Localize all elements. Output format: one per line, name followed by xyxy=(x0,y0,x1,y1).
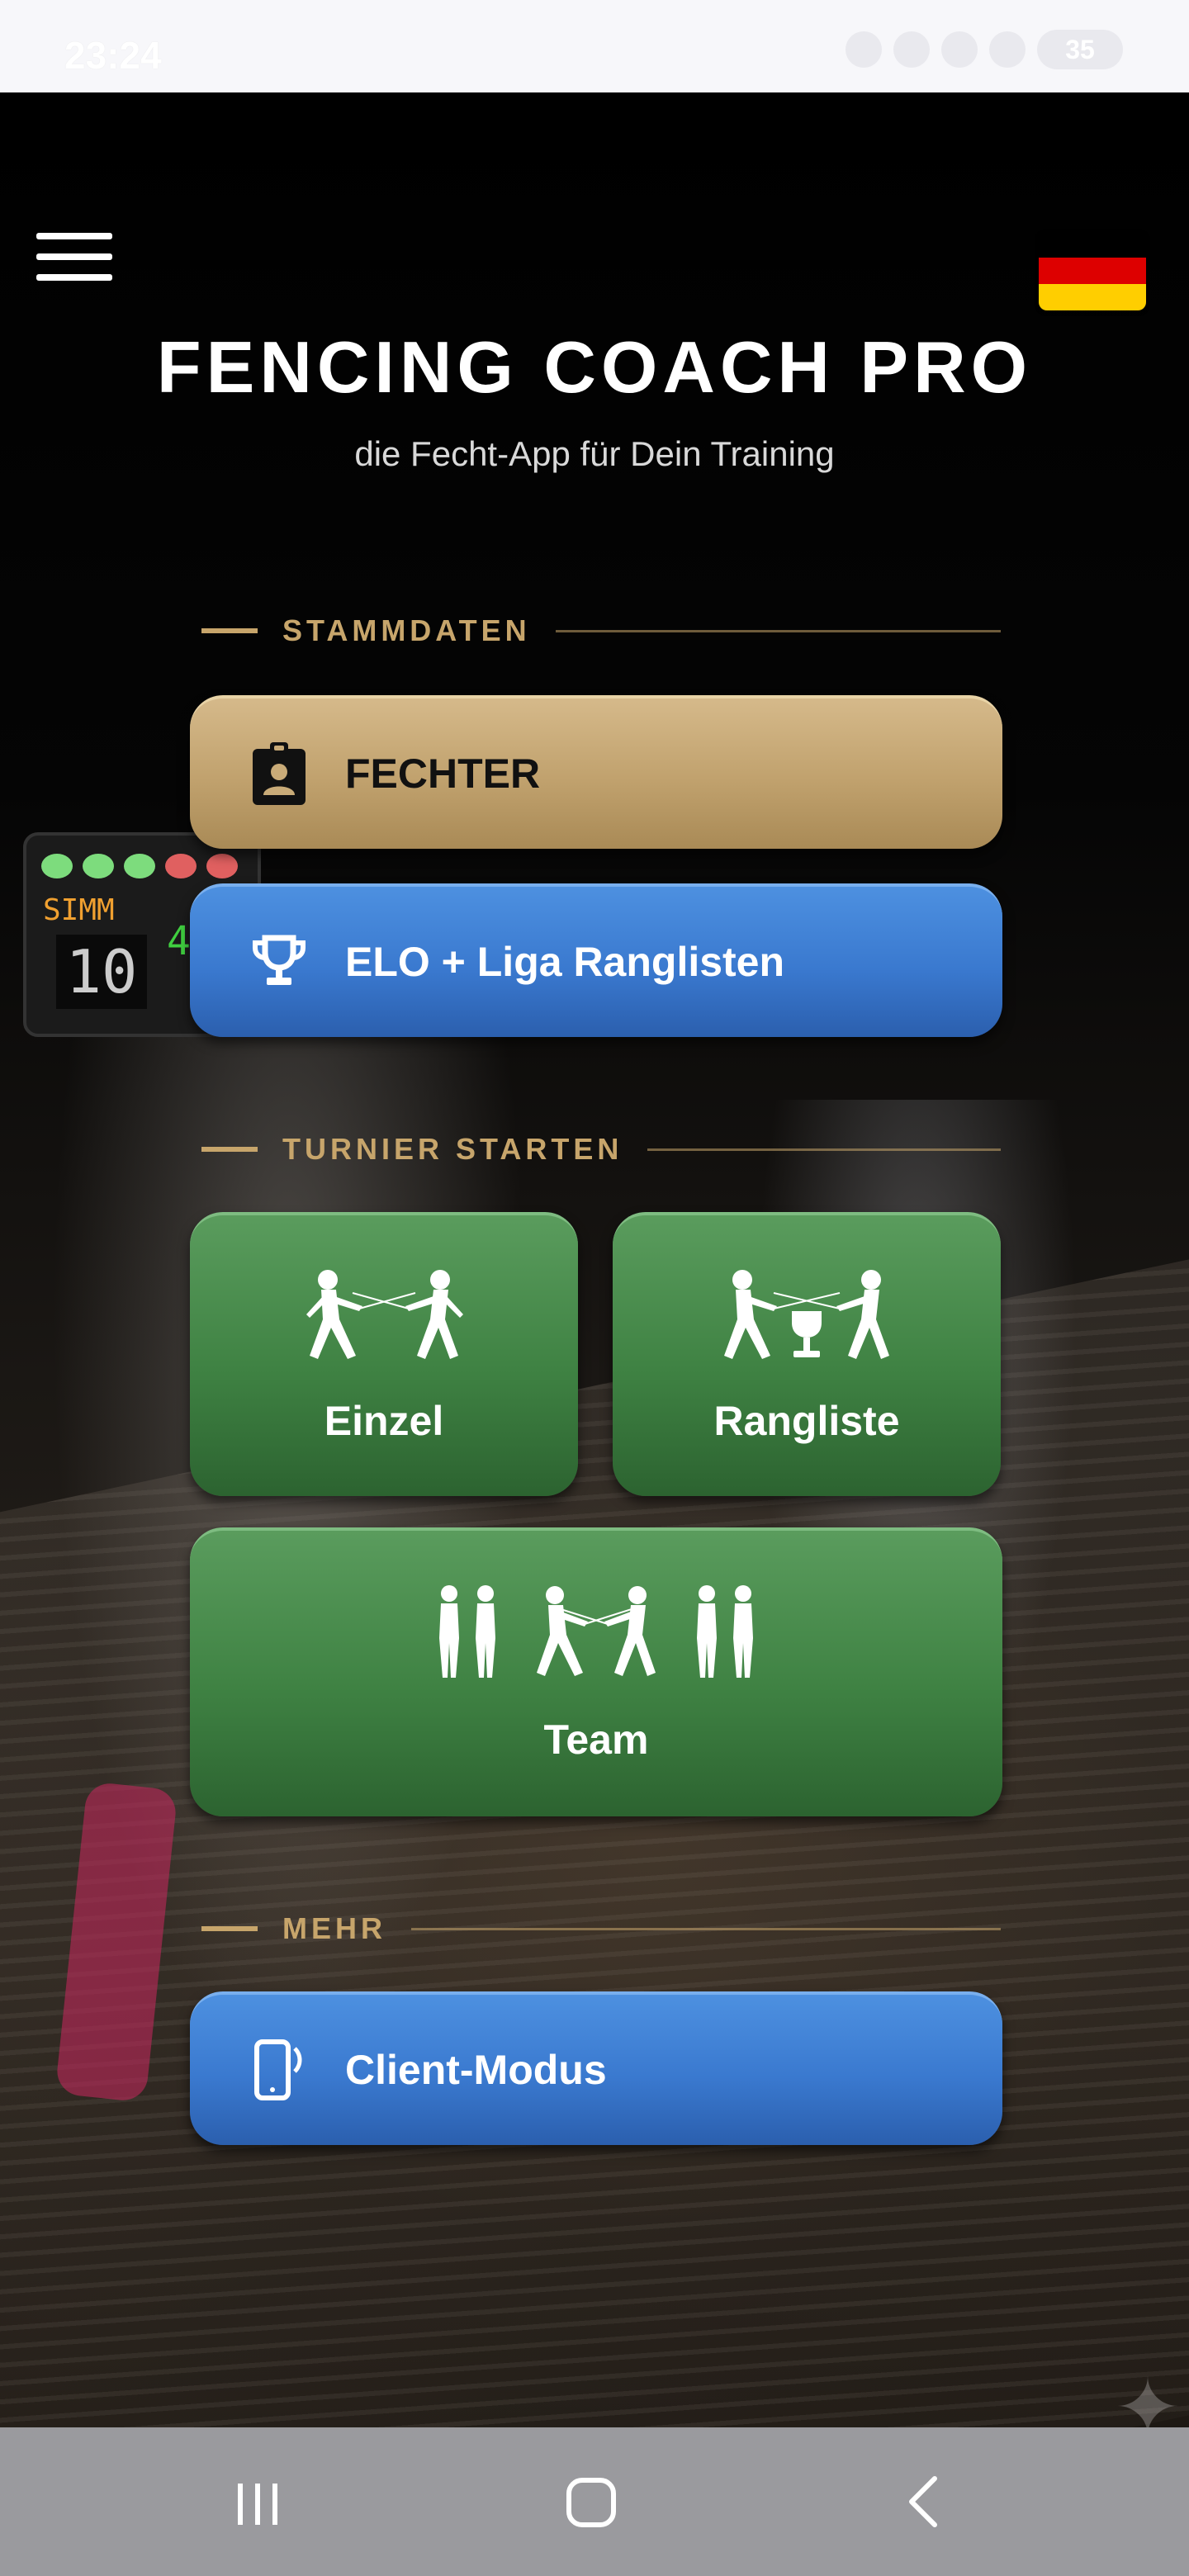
app-subtitle: die Fecht-App für Dein Training xyxy=(354,434,835,473)
section-divider xyxy=(411,1927,1001,1930)
section-divider xyxy=(555,629,1001,632)
board-score: 10 xyxy=(56,935,147,1009)
einzel-label: Einzel xyxy=(324,1398,444,1444)
wifi-icon xyxy=(941,31,978,68)
german-flag-icon[interactable] xyxy=(1039,231,1146,310)
section-accent xyxy=(201,1147,258,1152)
client-modus-button[interactable]: Client-Modus xyxy=(190,1991,1002,2145)
app-title: FENCING COACH PRO xyxy=(156,326,1033,408)
fencers-icon xyxy=(190,1265,578,1380)
status-bar: 23:24 35 xyxy=(0,0,1189,92)
board-light-red-1 xyxy=(165,854,197,878)
fencers-trophy-icon xyxy=(613,1265,1001,1380)
board-light-green-3 xyxy=(124,854,155,878)
section-mehr: MEHR xyxy=(201,1904,1001,1953)
team-label: Team xyxy=(543,1717,649,1763)
phone-vibrate-icon xyxy=(244,2035,314,2105)
recent-apps-button[interactable] xyxy=(208,2460,307,2543)
notification-icon xyxy=(846,31,882,68)
section-divider xyxy=(647,1148,1001,1151)
section-stammdaten: STAMMDATEN xyxy=(201,606,1001,656)
sparkle-icon: ✦ xyxy=(1114,2364,1182,2428)
clipboard-person-icon xyxy=(244,739,314,808)
back-button[interactable] xyxy=(875,2460,974,2543)
board-light-red-2 xyxy=(206,854,238,878)
team-button[interactable]: Team xyxy=(190,1527,1002,1816)
section-label: MEHR xyxy=(282,1911,386,1945)
fechter-label: FECHTER xyxy=(345,751,541,797)
signal-icon xyxy=(989,31,1026,68)
team-fencers-icon xyxy=(190,1580,1002,1696)
board-name: SIMM xyxy=(43,893,115,927)
battery-indicator: 35 xyxy=(1037,30,1123,69)
einzel-button[interactable]: Einzel xyxy=(190,1212,578,1496)
back-icon xyxy=(909,2476,937,2527)
board-right-score: 4 xyxy=(167,918,191,964)
hotspot-icon xyxy=(893,31,930,68)
home-button[interactable] xyxy=(542,2460,641,2543)
board-light-green-1 xyxy=(41,854,73,878)
system-navigation-bar xyxy=(0,2427,1189,2576)
menu-button[interactable] xyxy=(36,233,112,291)
menu-icon-bar-3 xyxy=(36,274,112,281)
rangliste-label: Rangliste xyxy=(713,1398,900,1444)
status-time: 23:24 xyxy=(64,34,162,77)
section-label: TURNIER STARTEN xyxy=(282,1132,623,1166)
elo-ranglisten-button[interactable]: ELO + Liga Ranglisten xyxy=(190,883,1002,1037)
board-light-green-2 xyxy=(83,854,114,878)
home-icon xyxy=(566,2478,616,2527)
menu-icon-bar-1 xyxy=(36,233,112,239)
client-modus-label: Client-Modus xyxy=(345,2047,607,2093)
trophy-icon xyxy=(244,927,314,997)
status-icons: 35 xyxy=(846,30,1123,69)
section-label: STAMMDATEN xyxy=(282,613,531,647)
elo-label: ELO + Liga Ranglisten xyxy=(345,939,785,985)
section-accent xyxy=(201,1926,258,1931)
app-main: SIMM 4 10 ✦ FENCING COACH PRO die Fecht-… xyxy=(0,92,1189,2427)
menu-icon-bar-2 xyxy=(36,253,112,260)
rangliste-button[interactable]: Rangliste xyxy=(613,1212,1001,1496)
fechter-button[interactable]: FECHTER xyxy=(190,695,1002,849)
section-accent xyxy=(201,628,258,633)
recent-apps-icon xyxy=(238,2484,277,2525)
section-turnier-starten: TURNIER STARTEN xyxy=(201,1125,1001,1174)
